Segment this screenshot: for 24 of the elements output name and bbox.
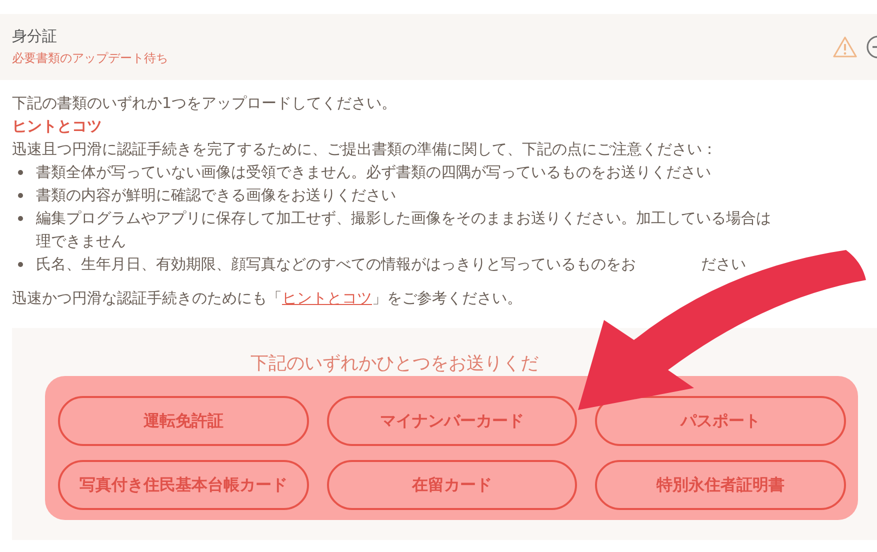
bullet-text: 書類の内容が鮮明に確認できる画像をお送りください	[36, 186, 396, 204]
document-button[interactable]: 運転免許証	[58, 396, 309, 446]
document-button[interactable]: マイナンバーカード	[326, 396, 578, 446]
document-button[interactable]: 在留カード	[326, 460, 578, 510]
intro-text: 下記の書類のいずれか1つをアップロードしてください。	[12, 93, 398, 114]
hint-lead-text: 迅速且つ円滑に認証手続きを完了するために、ご提出書類の準備に関して、下記の点にご注意ください：	[12, 139, 718, 160]
warning-icon	[833, 36, 857, 58]
bullet-text: 書類全体が写っていない画像は受領できません。必ず書類の四隅が写っているものをお送りください	[36, 163, 711, 181]
document-button[interactable]: 特別永住者証明書	[595, 460, 846, 510]
section-title: 身分証	[12, 27, 58, 46]
bullet-text: 氏名、生年月日、有効期限、顔写真などのすべての情報がはっきりと写っているものをお	[36, 255, 636, 273]
document-button[interactable]: 写真付き住民基本台帳カード	[58, 460, 309, 510]
documents-heading: 下記のいずれかひとつをお送りくだ	[250, 352, 538, 376]
reference-text: 迅速かつ円滑な認証手続きのためにも「ヒントとコツ」をご参考ください。	[12, 288, 523, 309]
hint-heading: ヒントとコツ	[12, 116, 103, 137]
hint-link[interactable]: ヒントとコツ	[282, 289, 372, 307]
bullet-text: 理できません	[36, 232, 126, 250]
bullet-text: ださい	[701, 255, 746, 273]
bullet-icon	[18, 170, 23, 175]
bullet-icon	[18, 216, 23, 221]
status-text: 必要書類のアップデート待ち	[12, 50, 169, 67]
bullet-text: 編集プログラムやアプリに保存して加工せず、撮影した画像をそのままお送りください。加工している場合は	[36, 209, 771, 227]
bullet-icon	[18, 193, 23, 198]
bullet-icon	[18, 262, 23, 267]
